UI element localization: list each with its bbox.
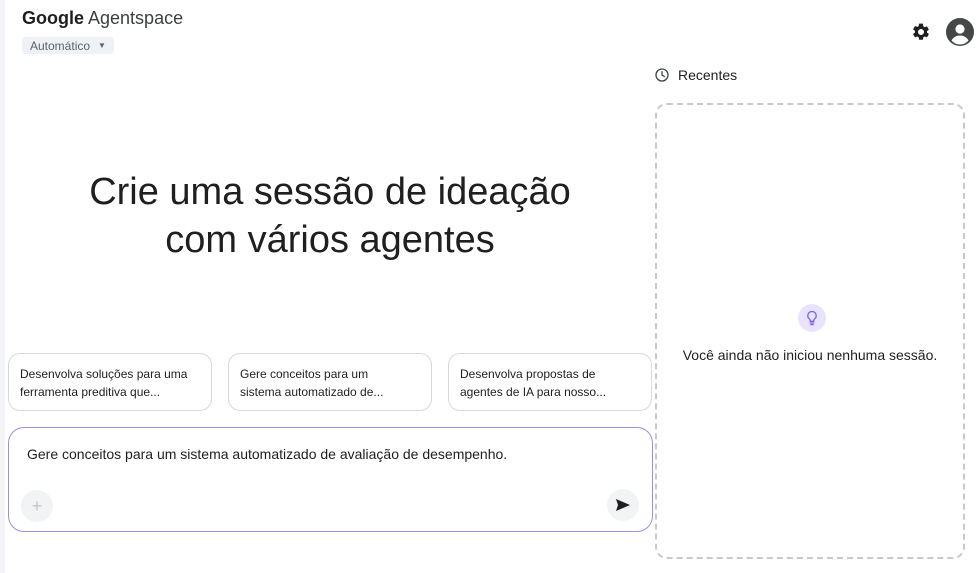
left-edge-strip bbox=[0, 0, 5, 573]
send-icon bbox=[616, 499, 630, 511]
lightbulb-badge bbox=[798, 304, 826, 332]
page-title-line1: Crie uma sessão de ideação bbox=[89, 171, 571, 213]
recent-title: Recentes bbox=[678, 67, 738, 83]
recent-sessions-panel: Você ainda não iniciou nenhuma sessão. bbox=[655, 103, 965, 559]
account-icon[interactable] bbox=[946, 18, 974, 46]
suggestion-text-line2: sistema automatizado de... bbox=[240, 385, 384, 399]
suggestion-card[interactable]: Gere conceitos para um sistema automatiz… bbox=[228, 353, 432, 411]
prompt-composer[interactable]: Gere conceitos para um sistema automatiz… bbox=[8, 427, 653, 532]
chevron-down-icon: ▼ bbox=[98, 41, 106, 50]
suggestion-text-line2: ferramenta preditiva que... bbox=[20, 385, 161, 399]
suggestion-card[interactable]: Desenvolva soluções para uma ferramenta … bbox=[8, 353, 212, 411]
plus-icon: + bbox=[31, 495, 43, 516]
add-button[interactable]: + bbox=[21, 490, 53, 522]
brand-google: Google bbox=[22, 8, 84, 28]
suggestion-text-line1: Gere conceitos para um bbox=[240, 367, 369, 381]
page-title: Crie uma sessão de ideação com vários ag… bbox=[40, 168, 620, 264]
suggestion-text-line1: Desenvolva soluções para uma bbox=[20, 367, 188, 381]
lightbulb-icon bbox=[807, 310, 817, 326]
clock-icon bbox=[655, 68, 669, 82]
brand-product: Agentspace bbox=[88, 8, 184, 28]
app-brand: Google Agentspace bbox=[22, 8, 183, 29]
suggestion-text-line1: Desenvolva propostas de bbox=[460, 367, 596, 381]
suggestion-text-line2: agentes de IA para nosso... bbox=[460, 385, 607, 399]
empty-state-message: Você ainda não iniciou nenhuma sessão. bbox=[682, 347, 938, 363]
suggestion-card[interactable]: Desenvolva propostas de agentes de IA pa… bbox=[448, 353, 652, 411]
send-button[interactable] bbox=[607, 489, 639, 521]
prompt-input[interactable]: Gere conceitos para um sistema automatiz… bbox=[27, 446, 507, 462]
recent-header: Recentes bbox=[655, 67, 737, 83]
page-title-line2: com vários agentes bbox=[165, 219, 495, 261]
model-selector[interactable]: Automático ▼ bbox=[22, 37, 114, 54]
model-selector-label: Automático bbox=[30, 38, 91, 53]
settings-icon[interactable] bbox=[911, 22, 931, 42]
